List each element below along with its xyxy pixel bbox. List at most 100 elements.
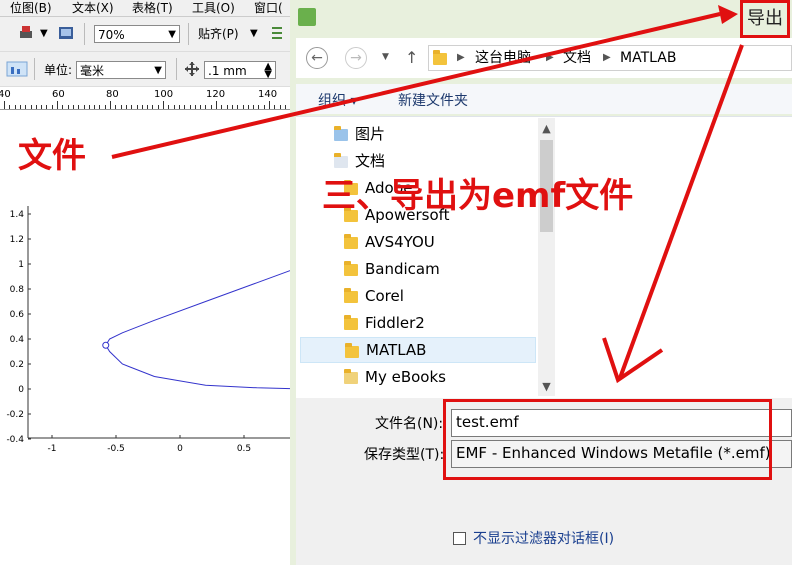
tree-item-avs4you[interactable]: AVS4YOU xyxy=(300,229,536,255)
no-filter-checkbox[interactable] xyxy=(453,532,466,545)
dialog-titlebar xyxy=(290,0,792,34)
y-tick-label: 0 xyxy=(18,385,24,395)
chevron-right-icon: ▶ xyxy=(457,52,465,63)
tree-item-label: MATLAB xyxy=(366,341,427,359)
ruler-tick xyxy=(99,105,101,109)
chevron-down-icon[interactable]: ▼ xyxy=(40,25,48,43)
ruler-tick xyxy=(274,105,276,109)
ruler-tick xyxy=(110,101,111,109)
spin-arrows-icon[interactable]: ▲ ▼ xyxy=(264,62,272,80)
export-button[interactable]: 导出 xyxy=(740,0,790,38)
chevron-down-icon: ▼ xyxy=(168,29,176,40)
x-tick-label: 0.5 xyxy=(237,444,251,454)
menu-window[interactable]: 窗口( xyxy=(254,0,283,16)
breadcrumb-this-pc[interactable]: 这台电脑 xyxy=(475,48,531,68)
ruler-label: 100 xyxy=(154,89,174,100)
ruler-tick xyxy=(157,105,159,109)
ruler-tick xyxy=(125,105,127,109)
ruler-tick xyxy=(184,105,186,109)
tree-item-matlab[interactable]: MATLAB xyxy=(300,337,536,363)
y-tick-label: 1 xyxy=(18,260,24,270)
toolbar-divider xyxy=(188,23,189,45)
unit-select[interactable]: 毫米 ▼ xyxy=(76,61,166,79)
ruler-tick xyxy=(231,105,233,109)
ruler-tick xyxy=(4,101,5,109)
y-tick-label: 0.8 xyxy=(10,285,25,295)
editor-toolbar-standard: ▼ 70% ▼ 贴齐(P) ▼ xyxy=(0,17,290,52)
snap-menu[interactable]: 贴齐(P) xyxy=(198,25,239,43)
ruler-tick xyxy=(67,105,69,109)
ruler-tick xyxy=(35,105,37,109)
view-icon[interactable] xyxy=(58,25,74,41)
ruler-tick xyxy=(221,105,223,109)
menu-tools[interactable]: 工具(O) xyxy=(192,0,235,16)
ruler-tick xyxy=(189,105,191,109)
highlight-box xyxy=(443,399,772,480)
ruler-tick xyxy=(136,105,138,109)
ruler-label: 40 xyxy=(0,89,11,100)
nudge-value: .1 mm xyxy=(208,64,247,78)
ruler-tick xyxy=(242,105,244,109)
ruler-tick xyxy=(168,105,170,109)
folder-icon xyxy=(344,288,358,303)
tree-item-pictures[interactable]: 图片 xyxy=(300,121,536,147)
data-series-line xyxy=(105,263,309,390)
tree-item-my-ebooks[interactable]: My eBooks xyxy=(300,364,536,390)
page-layout-icon[interactable] xyxy=(6,61,28,77)
nudge-icon xyxy=(185,62,199,76)
ruler-tick xyxy=(263,105,265,109)
filename-label: 文件名(N): xyxy=(375,416,444,432)
x-tick-label: 0 xyxy=(177,444,183,454)
menu-text[interactable]: 文本(X) xyxy=(72,0,114,16)
nudge-input[interactable]: .1 mm ▲ ▼ xyxy=(204,61,276,80)
y-tick-label: 0.4 xyxy=(10,335,25,345)
forward-button[interactable]: → xyxy=(345,47,367,69)
ruler-tick xyxy=(9,105,11,109)
ruler-tick xyxy=(30,105,32,109)
editor-menubar: 位图(B) 文本(X) 表格(T) 工具(O) 窗口( xyxy=(0,0,290,17)
y-tick-label: 1.4 xyxy=(10,210,25,220)
scroll-down-icon[interactable]: ▼ xyxy=(540,380,553,393)
menu-bitmap[interactable]: 位图(B) xyxy=(10,0,52,16)
up-button[interactable]: ↑ xyxy=(405,48,418,67)
horizontal-ruler: 40 60 80 100 120 140 xyxy=(0,87,290,110)
tree-item-corel[interactable]: Corel xyxy=(300,283,536,309)
breadcrumb-matlab[interactable]: MATLAB xyxy=(620,48,676,68)
no-filter-label[interactable]: 不显示过滤器对话框(I) xyxy=(473,528,614,548)
folder-icon xyxy=(344,234,358,249)
chevron-down-icon[interactable]: ▼ xyxy=(250,25,258,43)
print-icon[interactable] xyxy=(18,25,34,41)
tree-item-label: Bandicam xyxy=(365,260,440,278)
editor-property-bar: 单位: 毫米 ▼ .1 mm ▲ ▼ xyxy=(0,52,290,87)
ruler-tick xyxy=(173,105,175,109)
annotation-file-label: 文件 xyxy=(18,136,86,176)
ruler-label: 60 xyxy=(52,89,65,100)
recent-locations-dropdown[interactable]: ▼ xyxy=(382,52,389,62)
menu-table[interactable]: 表格(T) xyxy=(132,0,173,16)
new-folder-button[interactable]: 新建文件夹 xyxy=(398,90,468,110)
tree-item-label: Fiddler2 xyxy=(365,314,425,332)
pictures-folder-icon xyxy=(334,126,348,141)
zoom-select[interactable]: 70% ▼ xyxy=(94,25,180,43)
ruler-tick xyxy=(72,105,74,109)
tree-item-bandicam[interactable]: Bandicam xyxy=(300,256,536,282)
filetype-label: 保存类型(T): xyxy=(364,447,445,463)
back-button[interactable]: ← xyxy=(306,47,328,69)
ruler-tick xyxy=(194,105,196,109)
options-icon[interactable] xyxy=(270,25,284,41)
arrow-left-icon: ← xyxy=(311,50,323,66)
file-list-pane xyxy=(556,116,792,399)
ebooks-folder-icon xyxy=(344,369,358,384)
chevron-right-icon: ▶ xyxy=(603,52,611,63)
chevron-right-icon: ▶ xyxy=(546,52,554,63)
scroll-up-icon[interactable]: ▲ xyxy=(540,122,553,135)
ruler-tick xyxy=(46,105,48,109)
tree-item-fiddler2[interactable]: Fiddler2 xyxy=(300,310,536,336)
breadcrumb-documents[interactable]: 文档 xyxy=(563,48,591,68)
y-tick-label: -0.4 xyxy=(6,435,24,445)
toolbar-divider xyxy=(176,58,177,80)
x-tick-label: -0.5 xyxy=(107,444,125,454)
ruler-tick xyxy=(147,105,149,109)
organize-menu[interactable]: 组织 ▾ xyxy=(318,90,357,110)
ruler-tick xyxy=(253,105,255,109)
